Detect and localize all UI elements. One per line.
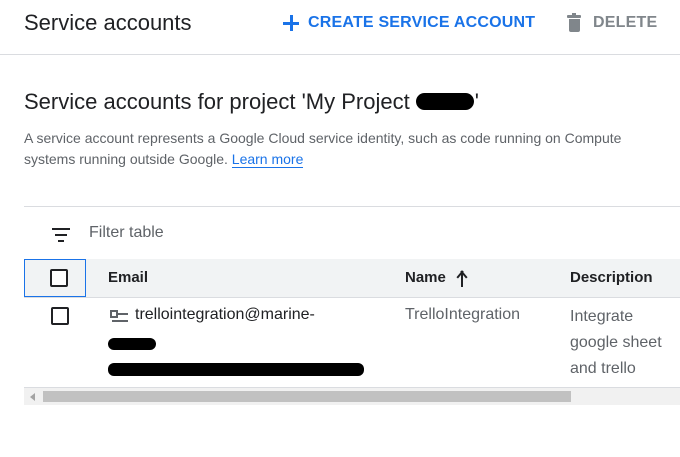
row-description-line-3: and trello (570, 360, 636, 377)
row-description-line-1: Integrate (570, 308, 634, 325)
redacted-project-id (415, 92, 474, 110)
horizontal-scrollbar[interactable] (24, 388, 680, 405)
learn-more-link[interactable]: Learn more (231, 151, 304, 168)
arrow-up-icon[interactable] (454, 270, 470, 287)
row-checkbox[interactable] (51, 307, 69, 325)
description-line-2: systems running outside Google. (24, 151, 228, 167)
column-header-description[interactable]: Description (570, 269, 653, 287)
row-description: Integrate google sheet and trello (570, 304, 662, 382)
service-account-key-icon (110, 310, 128, 324)
select-all-cell[interactable] (24, 259, 86, 297)
filter-icon (52, 228, 70, 242)
page-title: Service accounts (24, 10, 192, 35)
plus-icon (281, 13, 301, 33)
scrollbar-thumb[interactable] (43, 391, 571, 402)
trash-icon (567, 13, 581, 32)
delete-button[interactable]: DELETE (564, 8, 657, 38)
column-header-name[interactable]: Name (405, 269, 446, 287)
row-description-line-2: google sheet (570, 334, 662, 351)
delete-label: DELETE (593, 14, 658, 31)
section-title: Service accounts for project 'My Project… (24, 86, 479, 118)
column-header-email[interactable]: Email (108, 269, 148, 287)
section-title-prefix: Service accounts for project 'My Project (24, 89, 410, 114)
section-title-suffix: ' (474, 89, 479, 114)
table-row: trellointegration@marine- TrelloIntegrat… (24, 298, 680, 388)
filter-bar[interactable]: Filter table (24, 206, 680, 259)
section-description: A service account represents a Google Cl… (24, 128, 680, 170)
filter-input[interactable]: Filter table (89, 223, 164, 243)
select-all-checkbox[interactable] (50, 269, 68, 287)
scroll-left-icon[interactable] (30, 393, 35, 401)
create-service-account-button[interactable]: CREATE SERVICE ACCOUNT (281, 8, 535, 38)
top-toolbar: Service accounts CREATE SERVICE ACCOUNT … (0, 0, 680, 55)
redacted-email-part-1 (108, 338, 156, 350)
create-service-account-label: CREATE SERVICE ACCOUNT (308, 14, 536, 31)
row-name: TrelloIntegration (405, 306, 521, 323)
service-accounts-table: Filter table Email Name Description trel… (24, 206, 680, 407)
row-email[interactable]: trellointegration@marine- (135, 302, 315, 328)
description-line-1: A service account represents a Google Cl… (24, 130, 622, 146)
table-header: Email Name Description (24, 259, 680, 298)
redacted-email-part-2 (108, 363, 364, 376)
